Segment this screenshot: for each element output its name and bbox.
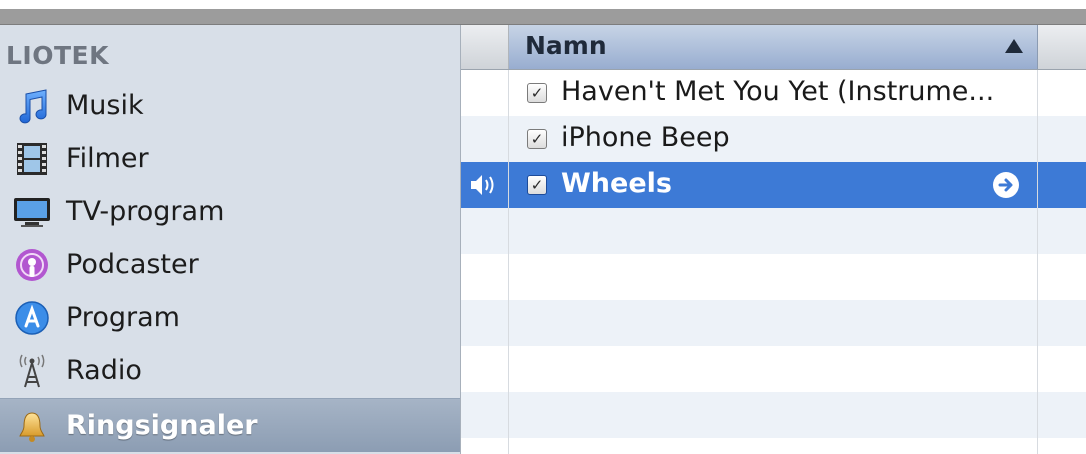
- top-toolbar-edge: [0, 0, 1086, 25]
- sidebar-item-musik[interactable]: Musik: [0, 79, 460, 132]
- column-header-bar: Namn: [461, 25, 1086, 70]
- sidebar-item-label: Ringsignaler: [66, 410, 258, 441]
- source-list-sidebar: LIOTEK Musik Filmer TV-program Podcaster…: [0, 25, 461, 454]
- sidebar-item-program[interactable]: Program: [0, 291, 460, 344]
- track-checkbox[interactable]: ✓: [527, 83, 547, 103]
- sidebar-item-label: TV-program: [66, 196, 225, 227]
- sidebar-item-radio[interactable]: Radio: [0, 344, 460, 397]
- empty-row: [461, 346, 1086, 392]
- library-section-header: LIOTEK: [6, 41, 109, 70]
- app-store-icon: [12, 298, 52, 338]
- toolbar-divider: [0, 9, 1086, 25]
- sidebar-item-label: Podcaster: [66, 249, 199, 280]
- music-note-icon: [12, 86, 52, 126]
- sidebar-item-tv-program[interactable]: TV-program: [0, 185, 460, 238]
- table-row[interactable]: ✓ iPhone Beep: [461, 116, 1086, 162]
- name-column-header[interactable]: Namn: [509, 25, 1038, 69]
- track-list: Namn ✓ Haven't Met You Yet (Instrume... …: [461, 25, 1086, 454]
- tv-icon: [12, 192, 52, 232]
- sidebar-item-label: Filmer: [66, 143, 149, 174]
- sort-ascending-icon: [1005, 39, 1023, 53]
- sidebar-item-label: Musik: [66, 90, 144, 121]
- table-row-selected[interactable]: ✓ Wheels: [461, 162, 1086, 208]
- film-icon: [12, 139, 52, 179]
- track-rows: ✓ Haven't Met You Yet (Instrume... ✓ iPh…: [461, 70, 1086, 454]
- empty-row: [461, 208, 1086, 254]
- bell-icon: [12, 406, 52, 446]
- arrow-right-circle-icon[interactable]: [993, 172, 1019, 198]
- track-title: iPhone Beep: [561, 122, 730, 153]
- podcast-icon: [12, 245, 52, 285]
- table-row[interactable]: ✓ Haven't Met You Yet (Instrume...: [461, 70, 1086, 116]
- column-divider: [1037, 70, 1038, 454]
- sidebar-item-filmer[interactable]: Filmer: [0, 132, 460, 185]
- status-column-header[interactable]: [461, 25, 509, 69]
- radio-antenna-icon: [12, 351, 52, 391]
- sidebar-item-label: Radio: [66, 355, 142, 386]
- empty-row: [461, 254, 1086, 300]
- track-title: Wheels: [561, 168, 672, 199]
- track-title: Haven't Met You Yet (Instrume...: [561, 76, 995, 107]
- sidebar-item-ringsignaler[interactable]: Ringsignaler: [0, 398, 460, 452]
- speaker-playing-icon: [469, 172, 503, 198]
- empty-row: [461, 300, 1086, 346]
- sidebar-item-podcaster[interactable]: Podcaster: [0, 238, 460, 291]
- sidebar-item-label: Program: [66, 302, 180, 333]
- extra-column-header[interactable]: [1038, 25, 1086, 69]
- column-divider: [508, 70, 509, 454]
- empty-row: [461, 392, 1086, 438]
- track-checkbox[interactable]: ✓: [527, 129, 547, 149]
- name-column-title: Namn: [525, 31, 607, 60]
- track-checkbox[interactable]: ✓: [527, 175, 547, 195]
